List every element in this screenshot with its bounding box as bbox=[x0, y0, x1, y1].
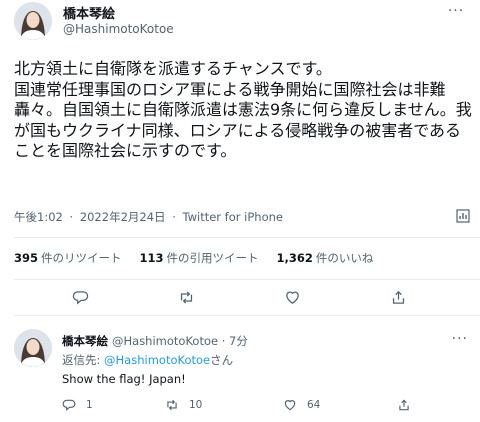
reply-retweet-count: 10 bbox=[189, 399, 203, 411]
reply-retweet-button[interactable]: 10 bbox=[165, 398, 202, 412]
avatar[interactable] bbox=[14, 329, 52, 367]
likes-stat[interactable]: 1,362 件のいいね bbox=[277, 250, 374, 266]
divider bbox=[14, 237, 480, 238]
retweets-stat[interactable]: 395 件のリツイート bbox=[14, 250, 122, 266]
reply-icon bbox=[62, 399, 76, 411]
author-handle[interactable]: @HashimotoKotoe bbox=[63, 22, 174, 36]
retweet-icon bbox=[167, 399, 177, 411]
tweet-meta: 午後1:02 · 2022年2月24日 · Twitter for iPhone bbox=[14, 209, 283, 225]
tweet-time[interactable]: 午後1:02 bbox=[14, 210, 63, 224]
retweets-count: 395 bbox=[14, 251, 39, 265]
reply-icon bbox=[72, 290, 88, 304]
quotes-stat[interactable]: 113 件の引用ツイート bbox=[140, 250, 259, 266]
reply-author[interactable]: 橋本琴絵 @HashimotoKotoe · 7分 bbox=[62, 333, 248, 349]
likes-label: 件のいいね bbox=[315, 251, 374, 265]
tweet-date[interactable]: 2022年2月24日 bbox=[80, 210, 166, 224]
reply-reply-button[interactable]: 1 bbox=[62, 398, 93, 412]
reply-author-name: 橋本琴絵 bbox=[62, 334, 108, 348]
like-icon bbox=[285, 291, 299, 304]
share-icon bbox=[392, 290, 404, 304]
reply-like-count: 64 bbox=[307, 399, 321, 411]
divider bbox=[14, 315, 480, 316]
retweet-icon bbox=[180, 290, 192, 304]
like-icon bbox=[284, 400, 296, 411]
reply-actions: 1 10 64 bbox=[0, 398, 480, 418]
meta-separator: · bbox=[69, 210, 74, 224]
reply-button[interactable] bbox=[69, 286, 91, 308]
reply-to-prefix: 返信先: bbox=[62, 353, 105, 367]
quotes-count: 113 bbox=[139, 251, 164, 265]
reply-text: Show the flag! Japan! bbox=[62, 372, 186, 386]
divider bbox=[14, 279, 480, 280]
tweet-text: 北方領土に自衛隊を派遣するチャンスです。 国連常任理事国のロシア軍による戦争開始… bbox=[14, 59, 472, 160]
reply-share-button[interactable] bbox=[397, 398, 421, 412]
reply-handle-time: @HashimotoKotoe · 7分 bbox=[112, 334, 248, 348]
share-icon bbox=[399, 399, 409, 411]
meta-separator: · bbox=[172, 210, 176, 224]
author-name[interactable]: 橋本琴絵 bbox=[63, 3, 115, 22]
reply-to-suffix: さん bbox=[210, 353, 234, 367]
more-options-icon[interactable]: ··· bbox=[452, 331, 468, 347]
reply-reply-count: 1 bbox=[86, 399, 93, 411]
more-options-icon[interactable]: ··· bbox=[444, 3, 468, 19]
reply-like-button[interactable]: 64 bbox=[283, 398, 320, 412]
tweet-actions bbox=[0, 286, 480, 310]
share-button[interactable] bbox=[387, 286, 409, 308]
avatar[interactable] bbox=[14, 2, 52, 40]
retweets-label: 件のリツイート bbox=[41, 251, 122, 265]
tweet-source[interactable]: Twitter for iPhone bbox=[182, 210, 283, 224]
tweet-stats: 395 件のリツイート 113 件の引用ツイート 1,362 件のいいね bbox=[14, 250, 391, 266]
reply-to-line: 返信先: @HashimotoKotoeさん bbox=[62, 352, 233, 368]
reply-to-mention[interactable]: @HashimotoKotoe bbox=[104, 353, 210, 367]
like-button[interactable] bbox=[281, 286, 303, 308]
analytics-icon[interactable] bbox=[456, 208, 470, 223]
quotes-label: 件の引用ツイート bbox=[166, 251, 259, 265]
retweet-button[interactable] bbox=[175, 286, 197, 308]
likes-count: 1,362 bbox=[276, 251, 313, 265]
